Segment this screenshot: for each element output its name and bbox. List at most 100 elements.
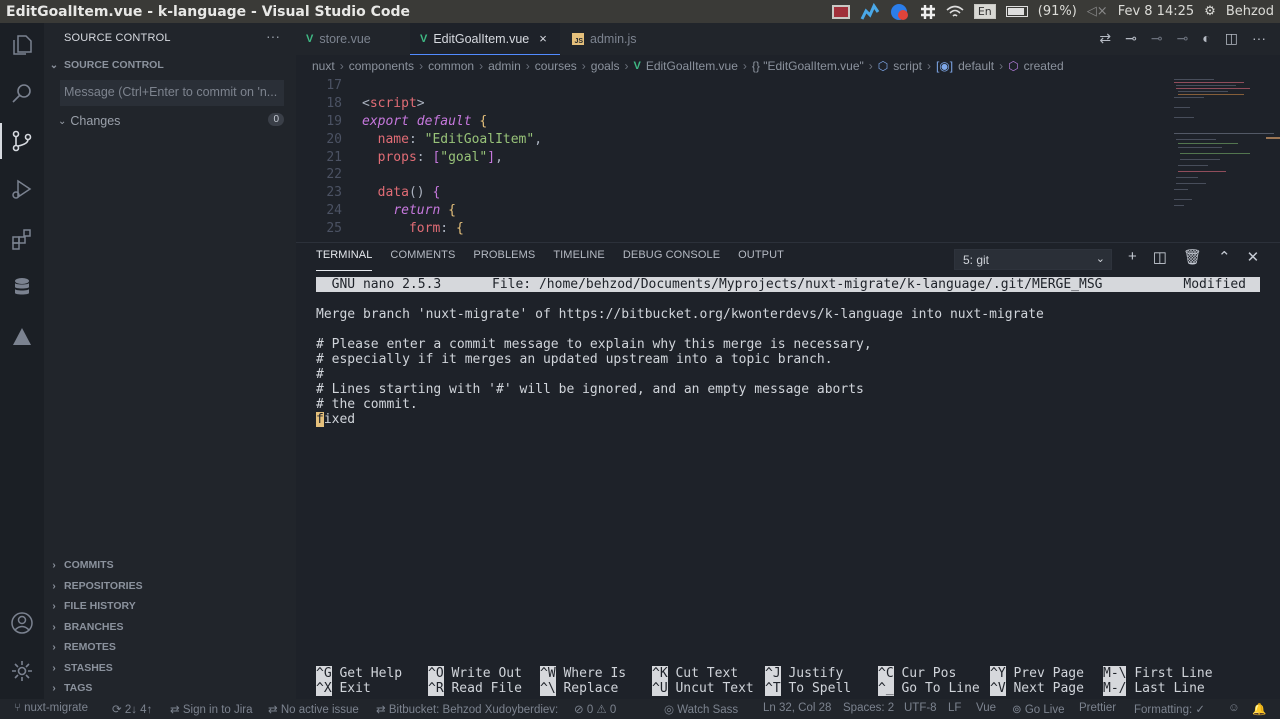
shortcut-key: ^Y xyxy=(990,666,1006,681)
volume-muted-icon[interactable]: ◁× xyxy=(1087,4,1108,19)
slack-icon[interactable] xyxy=(920,4,936,20)
more-actions-icon[interactable]: ··· xyxy=(266,28,280,44)
commit-message-input[interactable]: Message (Ctrl+Enter to commit on 'n... xyxy=(60,80,284,106)
tab-editgoalitem-vue[interactable]: V EditGoalItem.vue × xyxy=(410,23,560,55)
encoding[interactable]: UTF-8 xyxy=(904,702,937,714)
battery-icon[interactable] xyxy=(1005,6,1028,17)
clock[interactable]: Fev 8 14:25 xyxy=(1118,4,1194,19)
more-actions-icon[interactable]: ··· xyxy=(1252,30,1266,47)
feedback-icon[interactable]: ☺ xyxy=(1228,702,1240,714)
section-tags[interactable]: › TAGS xyxy=(48,682,92,694)
section-label: REPOSITORIES xyxy=(64,580,143,592)
breadcrumb-item[interactable]: admin xyxy=(488,59,521,73)
end-of-line[interactable]: LF xyxy=(948,702,961,714)
breadcrumb-item[interactable]: components xyxy=(349,59,414,73)
keyboard-layout-indicator[interactable]: En xyxy=(973,4,996,19)
sync-changes[interactable]: ⟳ 2↓ 4↑ xyxy=(112,702,152,716)
network-monitor-icon[interactable] xyxy=(860,2,880,21)
breadcrumb-item[interactable]: default xyxy=(958,59,994,73)
close-panel-icon[interactable]: ✕ xyxy=(1247,248,1260,266)
terminal-output[interactable]: GNU nano 2.5.3 File: /home/behzod/Docume… xyxy=(316,277,1260,427)
split-terminal-icon[interactable]: ◫ xyxy=(1153,248,1167,266)
active-issue[interactable]: ⇄ No active issue xyxy=(268,702,359,716)
maximize-panel-icon[interactable]: ⌃ xyxy=(1218,248,1231,266)
wifi-icon[interactable] xyxy=(946,5,964,19)
breadcrumb-item[interactable]: created xyxy=(1024,59,1064,73)
trash-icon[interactable]: 🗑 xyxy=(1183,248,1202,266)
breadcrumb-item[interactable]: EditGoalItem.vue xyxy=(646,59,738,73)
terminal-select-value: 5: git xyxy=(963,253,990,267)
chevron-right-icon: › xyxy=(479,59,484,73)
next-revision-icon[interactable]: ⊸ xyxy=(1177,30,1189,47)
manage-gear-icon[interactable] xyxy=(10,659,34,683)
new-terminal-icon[interactable]: + xyxy=(1128,248,1137,266)
toggle-blame-icon[interactable]: ◐ xyxy=(1202,30,1210,47)
section-branches[interactable]: › BRANCHES xyxy=(48,621,123,633)
section-stashes[interactable]: › STASHES xyxy=(48,662,113,674)
jira-signin[interactable]: ⇄ Sign in to Jira xyxy=(170,702,253,716)
account-icon[interactable] xyxy=(10,611,34,635)
changes-group[interactable]: ⌄ Changes 0 xyxy=(58,113,290,129)
terminal-select[interactable]: 5: git ⌄ xyxy=(954,249,1112,270)
chevron-right-icon: › xyxy=(624,59,629,73)
settings-gear-icon[interactable]: ⚙ xyxy=(1204,4,1216,19)
section-commits[interactable]: › COMMITS xyxy=(48,559,113,571)
explorer-icon[interactable] xyxy=(10,33,34,57)
code-text: <script> xyxy=(362,96,425,112)
previous-revision-icon[interactable]: ⊸ xyxy=(1151,30,1163,47)
shortcut-label: Go To Line xyxy=(901,681,980,696)
prettier[interactable]: Prettier xyxy=(1079,702,1116,714)
section-repositories[interactable]: › REPOSITORIES xyxy=(48,580,143,592)
breadcrumb-item[interactable]: {} "EditGoalItem.vue" xyxy=(752,59,864,73)
breadcrumb-item[interactable]: goals xyxy=(591,59,620,73)
extensions-icon[interactable] xyxy=(10,227,34,251)
breadcrumb-item[interactable]: common xyxy=(428,59,474,73)
close-icon[interactable]: × xyxy=(539,31,547,46)
cursor-position[interactable]: Ln 32, Col 28 xyxy=(763,702,831,714)
nano-file-path: File: /home/behzod/Documents/Myprojects/… xyxy=(492,277,1103,292)
branch-indicator[interactable]: ⑂ nuxt-migrate xyxy=(14,702,88,714)
git-commit-icon[interactable]: ⊸ xyxy=(1125,30,1137,47)
chevron-right-icon: › xyxy=(339,59,344,73)
go-live[interactable]: ⊚ Go Live xyxy=(1012,702,1064,716)
tab-store-vue[interactable]: V store.vue xyxy=(296,23,408,55)
notification-app-icon[interactable] xyxy=(890,3,910,21)
tab-timeline[interactable]: TIMELINE xyxy=(553,249,605,271)
deploy-icon[interactable] xyxy=(10,325,34,349)
tab-comments[interactable]: COMMENTS xyxy=(390,249,455,271)
indentation[interactable]: Spaces: 2 xyxy=(843,702,894,714)
user-name[interactable]: Behzod xyxy=(1226,4,1274,19)
tab-terminal[interactable]: TERMINAL xyxy=(316,249,373,271)
notifications-bell-icon[interactable]: 🔔 xyxy=(1252,702,1266,716)
language-mode[interactable]: Vue xyxy=(976,702,996,714)
tab-output[interactable]: OUTPUT xyxy=(738,249,784,271)
breadcrumb-item[interactable]: nuxt xyxy=(312,59,335,73)
shortcut-to-spell: ^T To Spell xyxy=(765,681,851,696)
problems-indicator[interactable]: ⊘ 0 ⚠ 0 xyxy=(574,702,616,716)
shortcut-key: ^T xyxy=(765,681,781,696)
sync-icon: ⟳ xyxy=(112,704,125,716)
split-editor-icon[interactable]: ◫ xyxy=(1225,30,1238,47)
screen-recorder-icon[interactable] xyxy=(831,4,850,19)
formatting[interactable]: Formatting: ✓ xyxy=(1134,702,1205,716)
section-file-history[interactable]: › FILE HISTORY xyxy=(48,600,135,612)
shortcut-key: ^K xyxy=(652,666,668,681)
tab-problems[interactable]: PROBLEMS xyxy=(473,249,535,271)
breadcrumb-item[interactable]: script xyxy=(893,59,922,73)
source-control-icon[interactable] xyxy=(10,129,34,153)
section-remotes[interactable]: › REMOTES xyxy=(48,641,116,653)
database-icon[interactable] xyxy=(10,275,34,299)
code-editor[interactable]: 17 18 <script> 19 export default { 20 name… xyxy=(296,77,1166,242)
chevron-right-icon: › xyxy=(52,600,56,612)
minimap[interactable] xyxy=(1166,77,1280,242)
section-source-control[interactable]: ⌄ SOURCE CONTROL xyxy=(48,59,164,71)
bitbucket-status[interactable]: ⇄ Bitbucket: Behzod Xudoyberdiev: xyxy=(376,702,558,716)
watch-sass[interactable]: ◎ Watch Sass xyxy=(664,702,738,716)
code-line: 17 xyxy=(296,77,1166,95)
tab-admin-js[interactable]: JS admin.js xyxy=(562,23,662,55)
breadcrumb-item[interactable]: courses xyxy=(535,59,577,73)
search-icon[interactable] xyxy=(10,81,34,105)
compare-changes-icon[interactable]: ⇄ xyxy=(1099,30,1111,47)
tab-debug-console[interactable]: DEBUG CONSOLE xyxy=(623,249,720,271)
run-debug-icon[interactable] xyxy=(10,177,34,201)
